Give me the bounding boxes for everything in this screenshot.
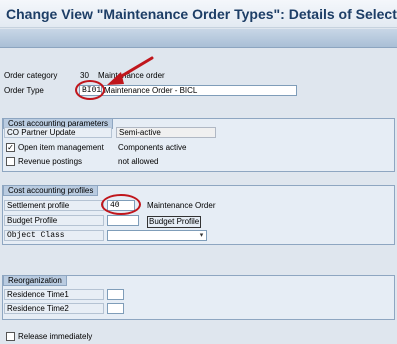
settlement-profile-label: Settlement profile (4, 200, 104, 211)
reorganization-title: Reorganization (3, 275, 67, 286)
revenue-postings-text: not allowed (118, 157, 159, 166)
dropdown-icon[interactable]: ▾ (198, 232, 205, 239)
red-arrow-icon (107, 56, 154, 85)
budget-profile-field[interactable] (107, 215, 139, 226)
settlement-profile-text: Maintenance Order (147, 201, 216, 210)
object-class-field[interactable]: ▾ (107, 230, 207, 241)
budget-profile-text: Budget Profile (147, 216, 202, 228)
title-bar: Change View "Maintenance Order Types": D… (0, 0, 397, 28)
object-class-label: Object Class (4, 230, 104, 241)
release-immediately-label: Release immediately (18, 332, 93, 341)
residence-time2-field[interactable] (107, 303, 124, 314)
order-category-value: 30 (80, 71, 89, 80)
application-toolbar (0, 29, 397, 48)
order-category-label: Order category (4, 71, 58, 80)
residence-time1-field[interactable] (107, 289, 124, 300)
open-item-checkbox[interactable]: ✓ (6, 143, 15, 152)
co-partner-field[interactable]: Semi-active (116, 127, 216, 138)
revenue-postings-label: Revenue postings (18, 157, 83, 166)
residence-time1-label: Residence Time1 (4, 289, 104, 300)
page-title: Change View "Maintenance Order Types": D… (6, 6, 397, 22)
residence-time2-label: Residence Time2 (4, 303, 104, 314)
checkmark-icon: ✓ (7, 143, 14, 152)
release-immediately-checkbox[interactable] (6, 332, 15, 341)
co-partner-label: CO Partner Update (4, 127, 112, 138)
order-type-label: Order Type (4, 86, 44, 95)
budget-profile-label: Budget Profile (4, 215, 104, 226)
cost-profiles-title: Cost accounting profiles (3, 185, 99, 196)
open-item-label: Open item management (18, 143, 104, 152)
revenue-postings-checkbox[interactable] (6, 157, 15, 166)
settlement-profile-field[interactable]: 40 (107, 200, 135, 211)
open-item-text: Components active (118, 143, 187, 152)
